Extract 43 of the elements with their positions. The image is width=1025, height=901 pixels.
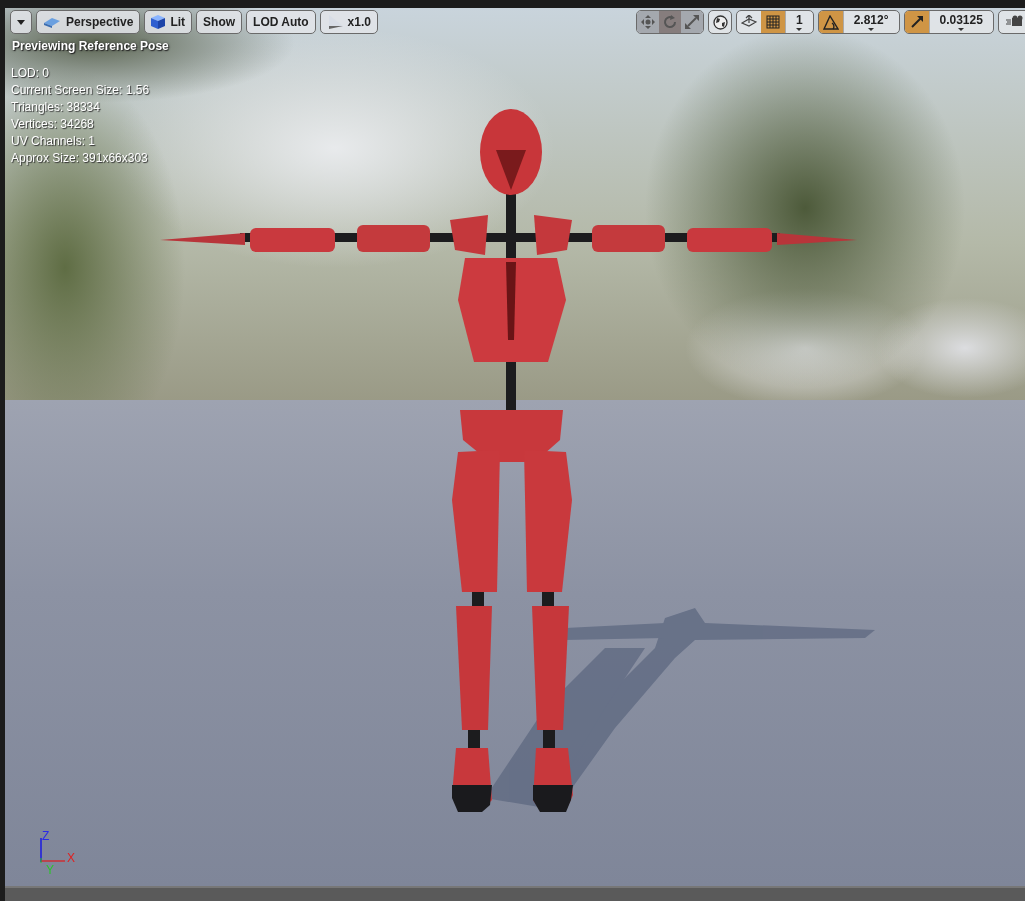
camera-speed-button[interactable] [997,10,1025,34]
surface-icon [741,15,757,29]
cube-icon [151,15,166,29]
move-arrows-icon [641,15,655,29]
z-axis-label: Z [42,830,50,842]
angle-icon [822,14,839,30]
caret-icon [796,28,803,31]
toolbar-button[interactable]: LOD Auto [246,10,316,34]
triangle-icon [326,15,343,29]
caret-icon [958,28,965,31]
y-axis-label: Y [46,864,54,876]
globe-icon [712,14,728,30]
world-space-button[interactable] [708,10,732,34]
stat-line: Triangles: 38334 [11,99,101,116]
diagonal-arrow-icon [909,15,924,29]
grid-icon [766,15,780,29]
scale-tool-button[interactable] [681,11,703,33]
view-options-button[interactable] [10,10,32,34]
stat-line: Vertices: 34268 [11,116,95,133]
axis-gizmo-lines [40,838,65,863]
x-axis-label: X [67,852,75,864]
toolbar-button[interactable]: Show [196,10,243,34]
rotate-icon [663,15,677,29]
caret-icon [17,19,25,25]
scale-snap-toggle[interactable] [904,11,929,33]
stat-line: Approx Size: 391x66x303 [11,150,149,167]
grid-snap-toggle[interactable] [761,11,785,33]
grid-snap-value[interactable]: 1 [785,11,813,33]
box-icon [43,16,61,28]
camera-icon [1005,15,1024,29]
viewport-status-text: Previewing Reference Pose [12,39,169,53]
toolbar-button[interactable]: x1.0 [319,10,378,34]
stat-line: Current Screen Size: 1.56 [11,82,150,99]
toolbar-button[interactable]: Perspective [36,10,141,34]
caret-icon [868,28,875,31]
stat-line: UV Channels: 1 [11,133,97,150]
stat-line: LOD: 0 [11,65,50,82]
scale-arrows-icon [685,15,699,29]
translate-tool-button[interactable] [637,11,659,33]
toolbar-button[interactable]: Lit [144,10,193,34]
rotation-snap-value[interactable]: 2.812° [842,11,899,33]
scale-snap-value[interactable]: 0.03125 [928,11,993,33]
rotation-snap-toggle[interactable] [818,11,843,33]
